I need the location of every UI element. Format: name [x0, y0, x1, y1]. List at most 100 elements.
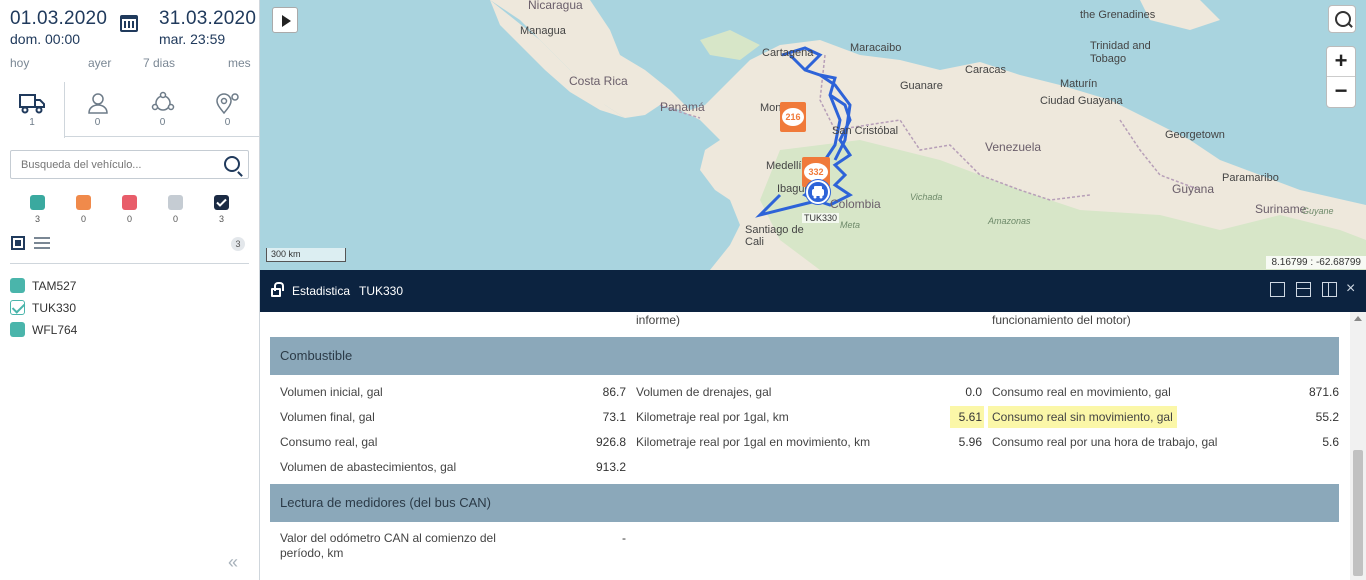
vehicle-marker[interactable] [806, 180, 830, 204]
vehicle-checkbox[interactable] [10, 300, 25, 315]
fuel-row-value: 926.8 [595, 435, 626, 449]
fuel-row-value: 5.96 [958, 435, 982, 449]
quick-range-today[interactable]: hoy [10, 56, 29, 70]
calendar-icon[interactable] [120, 15, 138, 32]
status-filter-count: 3 [218, 214, 224, 224]
fuel-row-label: Consumo real por una hora de trabajo, ga… [992, 435, 1218, 449]
truncated-label-right: carga, horas.min.seg.(% del tiempo de fu… [992, 313, 1131, 327]
status-filter-0[interactable] [30, 195, 45, 210]
vehicle-search [10, 150, 249, 179]
section-can-header: Lectura de medidores (del bus CAN) [270, 484, 1339, 522]
vehicle-name: TAM527 [32, 279, 77, 293]
map-label-grenadines: the Grenadines [1080, 9, 1156, 21]
map-scale: 300 km [266, 248, 346, 262]
unlock-icon[interactable] [271, 282, 284, 297]
tab-geofences[interactable]: 0 [195, 82, 260, 137]
close-icon[interactable]: × [1346, 280, 1355, 298]
map-label-ciudad-guayana: Ciudad Guayana [1040, 95, 1123, 107]
map-label-guyana: Guyana [1172, 182, 1215, 196]
map-label-maracaibo: Maracaibo [850, 42, 902, 54]
map[interactable]: Nicaragua Managua Costa Rica Panamá Cart… [260, 0, 1366, 270]
fuel-row-value: 73.1 [602, 410, 626, 424]
collapse-sidebar-button[interactable]: « [228, 552, 238, 573]
map-label-paramaribo: Paramaribo [1222, 172, 1279, 184]
checkmark-icon [216, 198, 227, 207]
status-filter-4[interactable] [214, 195, 229, 210]
section-fuel-header: Combustible [270, 337, 1339, 375]
location-pin-icon [215, 93, 239, 115]
map-label-trinidad: Trinidad and Tobago [1090, 40, 1151, 65]
map-label-cartagena: Cartagena [762, 47, 814, 59]
stop-marker-216[interactable]: 216 [780, 102, 806, 132]
grid-view-toggle[interactable] [11, 236, 25, 250]
vehicle-item-tuk330[interactable]: TUK330 [10, 300, 210, 316]
fuel-row-label-highlighted: Consumo real sin movimiento, gal [988, 406, 1177, 428]
play-track-button[interactable] [272, 7, 298, 33]
vehicle-checkbox[interactable] [10, 322, 25, 337]
map-label-costa-rica: Costa Rica [569, 74, 628, 88]
fuel-row-value: 0.0 [965, 385, 982, 399]
map-coordinates: 8.16799 : -62.68799 [1266, 256, 1366, 269]
zoom-controls: + − [1326, 46, 1356, 108]
map-label-suriname: Suriname [1255, 202, 1307, 216]
user-icon [87, 93, 108, 114]
fuel-row-value: 5.6 [1322, 435, 1339, 449]
fuel-row-value: 871.6 [1308, 385, 1339, 399]
network-icon [151, 91, 174, 111]
tab-drivers-count: 0 [94, 117, 101, 128]
truncated-label-left: movimiento, hrs.min.seg.(% del período d… [636, 313, 681, 327]
quick-range-month[interactable]: mes [228, 56, 251, 70]
status-filter-2[interactable] [122, 195, 137, 210]
map-label-managua: Managua [520, 25, 566, 37]
status-filter-3[interactable] [168, 195, 183, 210]
quick-range-7days[interactable]: 7 dias [143, 56, 175, 70]
panel-split-vertical-icon[interactable] [1322, 282, 1337, 297]
map-label-amazonas: Amazonas [988, 216, 1031, 226]
scroll-up-arrow[interactable] [1354, 316, 1362, 321]
date-from-time: dom. 00:00 [10, 31, 81, 47]
can-row-label: Valor del odómetro CAN al comienzo del p… [280, 531, 496, 560]
map-label-maturin: Maturín [1060, 78, 1098, 90]
tab-geofences-count: 0 [224, 117, 231, 128]
tab-groups[interactable]: 0 [130, 82, 195, 137]
vehicle-name: WFL764 [32, 323, 78, 337]
zoom-in-button[interactable]: + [1327, 47, 1355, 77]
map-search-button[interactable] [1328, 5, 1356, 33]
statistics-content: movimiento, hrs.min.seg.(% del período d… [260, 312, 1350, 580]
fuel-row-label: Kilometraje real por 1gal en movimiento,… [636, 435, 871, 449]
date-from-date: 01.03.2020 [10, 8, 108, 29]
panel-split-horizontal-icon[interactable] [1296, 282, 1311, 297]
status-filter-1[interactable] [76, 195, 91, 210]
car-icon [812, 186, 824, 199]
status-filter-count: 3 [34, 214, 40, 224]
vehicle-item-tam527[interactable]: TAM527 [10, 278, 210, 294]
list-count-badge: 3 [231, 237, 245, 251]
map-label-nicaragua: Nicaragua [528, 0, 583, 12]
panel-popout-icon[interactable] [1270, 282, 1285, 297]
tab-groups-count: 0 [159, 117, 166, 128]
scroll-thumb[interactable] [1353, 450, 1363, 576]
status-filter-count: 0 [126, 214, 132, 224]
entity-tabs: 1 0 0 0 [0, 82, 260, 138]
map-label-santiago-de-cali: Santiago de Cali [745, 224, 804, 248]
tab-drivers[interactable]: 0 [65, 82, 130, 137]
tab-vehicles[interactable]: 1 [0, 82, 65, 138]
list-view-icon[interactable] [34, 237, 50, 249]
fuel-row-label: Consumo real en movimiento, gal [992, 385, 1171, 399]
zoom-out-button[interactable]: − [1327, 77, 1355, 107]
map-label-colombia: Colombia [830, 197, 881, 211]
fuel-row-label: Volumen final, gal [280, 410, 375, 424]
panel-vehicle: TUK330 [359, 284, 404, 298]
fuel-row-label: Volumen de drenajes, gal [636, 385, 772, 399]
date-from[interactable]: 01.03.2020 dom. 00:00 [10, 8, 107, 47]
quick-range-yesterday[interactable]: ayer [88, 56, 111, 70]
content-scrollbar[interactable] [1350, 312, 1366, 580]
map-label-caracas: Caracas [965, 64, 1006, 76]
vehicle-search-input[interactable] [11, 151, 211, 178]
vehicle-checkbox[interactable] [10, 278, 25, 293]
tab-vehicles-count: 1 [29, 117, 35, 128]
status-filter-count: 0 [80, 214, 86, 224]
vehicle-item-wfl764[interactable]: WFL764 [10, 322, 210, 338]
date-to[interactable]: 31.03.2020 mar. 23:59 [159, 8, 256, 47]
search-icon[interactable] [224, 156, 240, 172]
